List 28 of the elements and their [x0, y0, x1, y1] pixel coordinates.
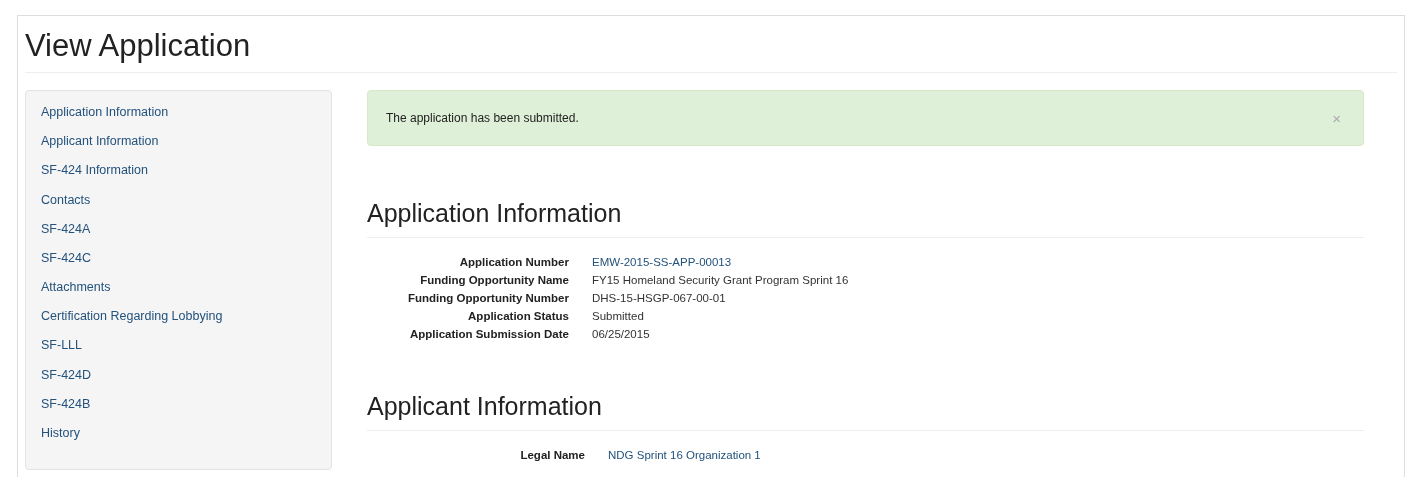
field-label: Funding Opportunity Name: [419, 273, 569, 288]
sidebar-link[interactable]: SF-424C: [41, 250, 316, 281]
sidebar-link[interactable]: SF-424A: [41, 221, 316, 251]
section-heading: Application Information: [367, 199, 1364, 238]
sidebar-link[interactable]: SF-424 Information: [41, 163, 316, 193]
field-value: DHS-15-HSGP-067-00-01: [592, 291, 727, 306]
field-label: Application Status: [467, 309, 569, 324]
field-label: Application Number: [458, 255, 569, 270]
alert-message: The application has been submitted.: [386, 111, 579, 125]
sidebar-link[interactable]: SF-424B: [41, 396, 316, 426]
field-link[interactable]: EMW-2015-SS-APP-00013: [592, 254, 1364, 270]
field-value: FY15 Homeland Security Grant Program Sprint 16: [592, 273, 850, 288]
sidebar-link[interactable]: Certification Regarding Lobbying: [41, 309, 316, 339]
sidebar-link[interactable]: SF-424D: [41, 367, 316, 397]
sidebar-link[interactable]: History: [41, 425, 316, 456]
sidebar-link[interactable]: Application Information: [41, 105, 316, 135]
field-label: Legal Name: [519, 448, 585, 463]
section-heading: Applicant Information: [367, 392, 1364, 431]
field-label: Funding Opportunity Number: [407, 291, 569, 306]
field-label: Application Submission Date: [408, 327, 569, 342]
sidebar-link[interactable]: Contacts: [41, 192, 316, 222]
field-value: 06/25/2015: [592, 327, 651, 342]
sidebar-link[interactable]: Attachments: [41, 280, 316, 310]
sidebar-link[interactable]: SF-LLL: [41, 338, 316, 368]
field-link[interactable]: NDG Sprint 16 Organization 1: [608, 447, 1364, 463]
page-title: View Application: [25, 16, 1397, 73]
field-value: Submitted: [592, 309, 645, 324]
sidebar-link[interactable]: Applicant Information: [41, 134, 316, 164]
